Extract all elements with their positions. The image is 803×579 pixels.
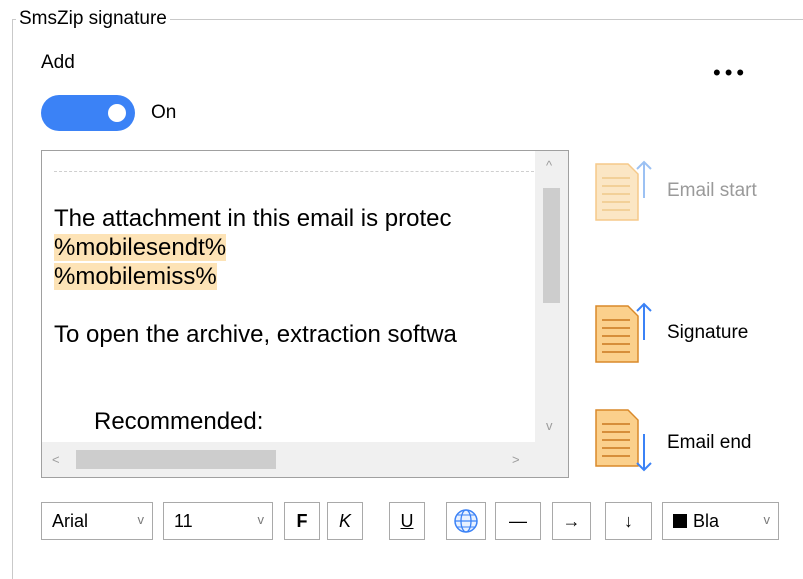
chevron-down-icon: v <box>257 512 265 527</box>
editor-line: The attachment in this email is protec <box>54 205 452 232</box>
horizontal-scroll-thumb[interactable] <box>76 450 276 469</box>
editor-line: %mobilemiss% <box>54 262 217 291</box>
add-label: Add <box>41 52 75 73</box>
scroll-left-icon[interactable]: < <box>52 453 60 466</box>
insert-link-button[interactable] <box>446 502 486 540</box>
line-break-button[interactable]: ↓ <box>605 502 652 540</box>
indent-button[interactable]: → <box>552 502 591 540</box>
bold-button[interactable]: F <box>284 502 320 540</box>
font-size-select[interactable]: 11 v <box>163 502 273 540</box>
underline-button[interactable]: U <box>389 502 425 540</box>
scroll-corner <box>535 442 568 477</box>
position-signature[interactable]: Signature <box>594 300 794 364</box>
signature-label: Signature <box>667 322 749 343</box>
separator-line <box>54 171 534 172</box>
placeholder-mobilesendt: %mobilesendt% <box>54 234 227 261</box>
toggle-knob <box>108 104 126 122</box>
font-family-value: Arial <box>52 510 89 531</box>
more-options-button[interactable]: ••• <box>713 62 748 84</box>
vertical-scrollbar[interactable]: ^ v <box>535 151 568 443</box>
position-email-start[interactable]: Email start <box>594 158 794 222</box>
editor-line: To open the archive, extraction softwa <box>54 321 457 348</box>
scroll-right-icon[interactable]: > <box>512 453 520 466</box>
email-end-label: Email end <box>667 432 752 453</box>
editor-line: %mobilesendt% <box>54 233 227 262</box>
document-arrow-down-icon <box>595 409 652 472</box>
group-title: SmsZip signature <box>16 8 170 30</box>
document-arrow-up-icon <box>595 160 652 221</box>
horizontal-scrollbar[interactable]: < > <box>42 442 536 477</box>
document-arrow-up-icon <box>595 302 652 363</box>
placeholder-mobilemiss: %mobilemiss% <box>54 263 217 290</box>
vertical-scroll-thumb[interactable] <box>543 188 560 303</box>
email-start-label: Email start <box>667 180 757 201</box>
position-email-end[interactable]: Email end <box>594 408 794 472</box>
font-color-select[interactable]: Bla v <box>662 502 779 540</box>
font-size-value: 11 <box>174 510 193 531</box>
scroll-down-icon[interactable]: v <box>546 419 553 432</box>
chevron-down-icon: v <box>763 512 771 527</box>
globe-icon <box>454 509 478 533</box>
add-toggle[interactable] <box>41 95 135 131</box>
signature-editor[interactable]: The attachment in this email is protec %… <box>41 150 569 478</box>
scroll-up-icon[interactable]: ^ <box>546 159 552 172</box>
editor-content[interactable]: The attachment in this email is protec %… <box>54 151 534 436</box>
font-color-value: Bla <box>693 510 720 531</box>
chevron-down-icon: v <box>137 512 145 527</box>
font-family-select[interactable]: Arial v <box>41 502 153 540</box>
color-swatch <box>673 514 687 528</box>
toggle-state-label: On <box>151 102 177 123</box>
italic-button[interactable]: K <box>327 502 363 540</box>
editor-line: Recommended: <box>94 408 264 435</box>
horizontal-rule-button[interactable]: — <box>495 502 541 540</box>
